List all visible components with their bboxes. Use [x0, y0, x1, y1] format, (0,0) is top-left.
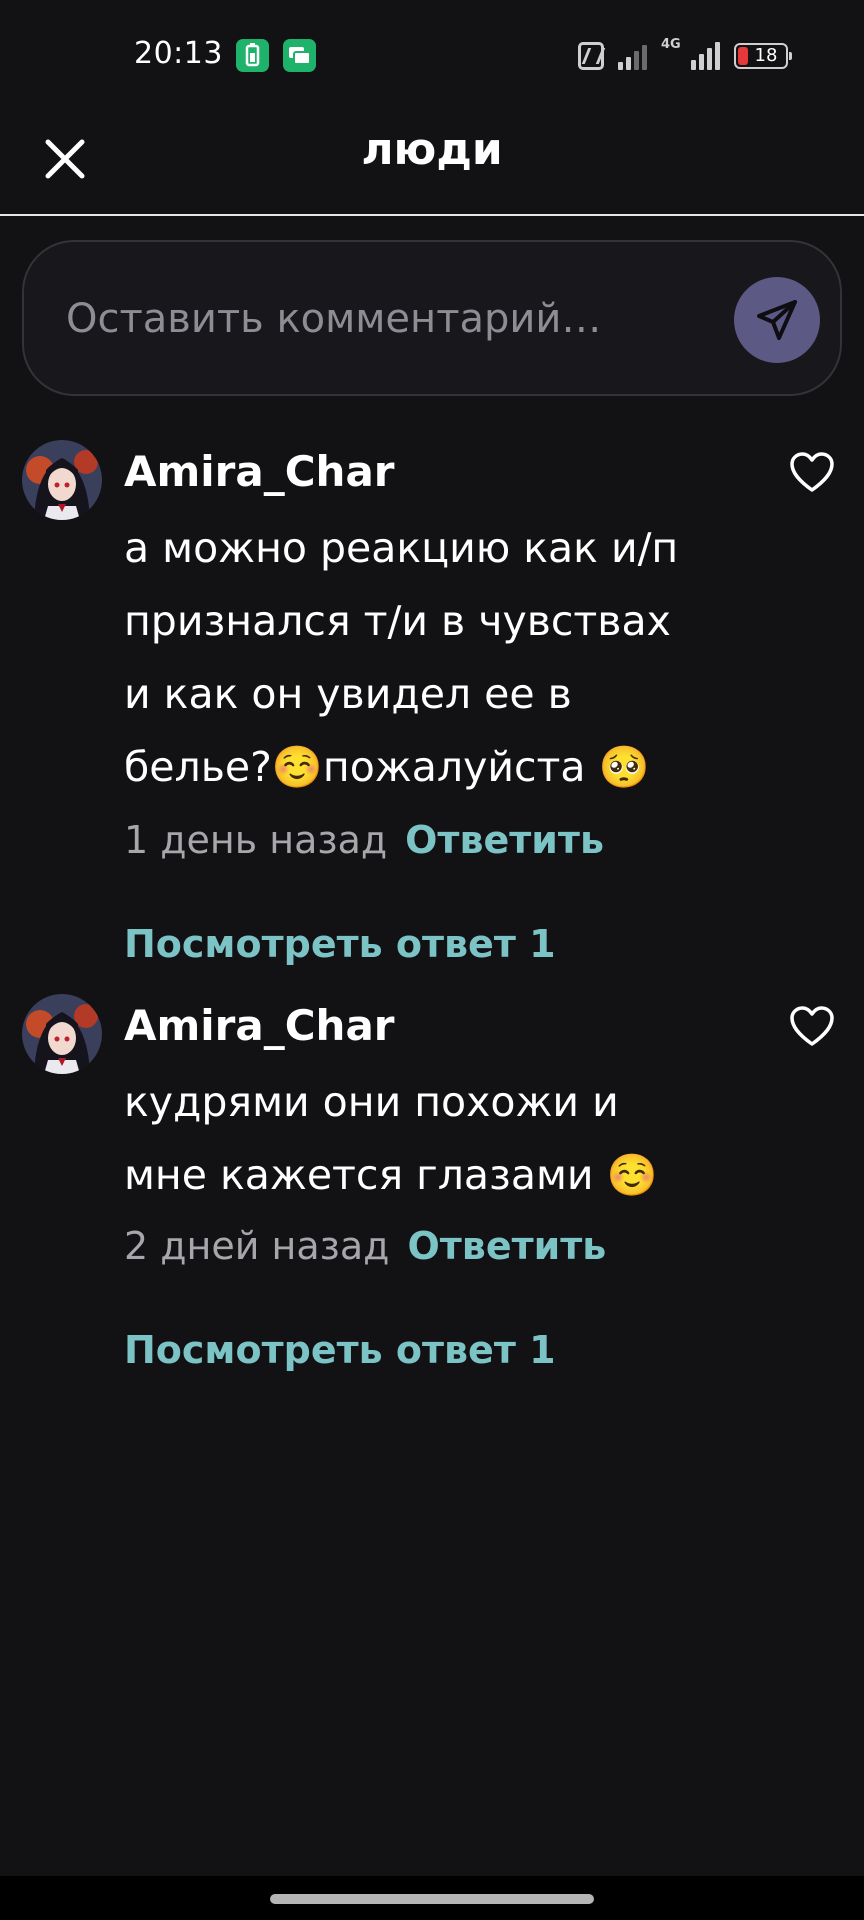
comment-meta: 2 дней назад Ответить [124, 1216, 606, 1276]
avatar[interactable] [22, 994, 102, 1074]
status-indicators: 4G 18 [578, 36, 792, 76]
heart-icon [790, 452, 834, 492]
view-replies-link[interactable]: Посмотреть ответ 1 [124, 914, 556, 974]
comment-text: кудрями они похожи и мне кажется глазами… [124, 1078, 658, 1199]
battery-saver-app-icon [236, 39, 269, 72]
signal-sim1-icon [618, 42, 647, 70]
send-button[interactable] [734, 277, 820, 363]
comment-input[interactable] [64, 276, 688, 362]
network-type-label: 4G [661, 37, 681, 52]
messages-app-icon [283, 39, 316, 72]
comment-meta: 1 день назад Ответить [124, 810, 604, 870]
comment-text: а можно реакцию как и/п признался т/и в … [124, 524, 679, 791]
reply-button[interactable]: Ответить [405, 818, 604, 862]
status-time: 20:13 [134, 36, 223, 71]
header: люди [0, 110, 864, 216]
comment-author[interactable]: Amira_Char [124, 442, 395, 502]
home-gesture-handle[interactable] [270, 1894, 594, 1904]
comment-composer [22, 240, 842, 396]
nfc-icon [578, 42, 604, 70]
comment-time: 2 дней назад [124, 1224, 390, 1268]
view-replies-link[interactable]: Посмотреть ответ 1 [124, 1320, 556, 1380]
comment-author[interactable]: Amira_Char [124, 996, 395, 1056]
avatar[interactable] [22, 440, 102, 520]
like-button[interactable] [788, 450, 836, 494]
system-nav-bar [0, 1876, 864, 1920]
like-button[interactable] [788, 1004, 836, 1048]
status-bar: 20:13 4G 18 [0, 0, 864, 110]
send-icon [757, 300, 797, 340]
comment-time: 1 день назад [124, 818, 388, 862]
page-title: люди [361, 124, 503, 175]
reply-button[interactable]: Ответить [407, 1224, 606, 1268]
battery-icon: 18 [734, 43, 792, 69]
heart-icon [790, 1006, 834, 1046]
battery-level: 18 [754, 45, 778, 66]
signal-sim2-icon: 4G [661, 38, 720, 70]
